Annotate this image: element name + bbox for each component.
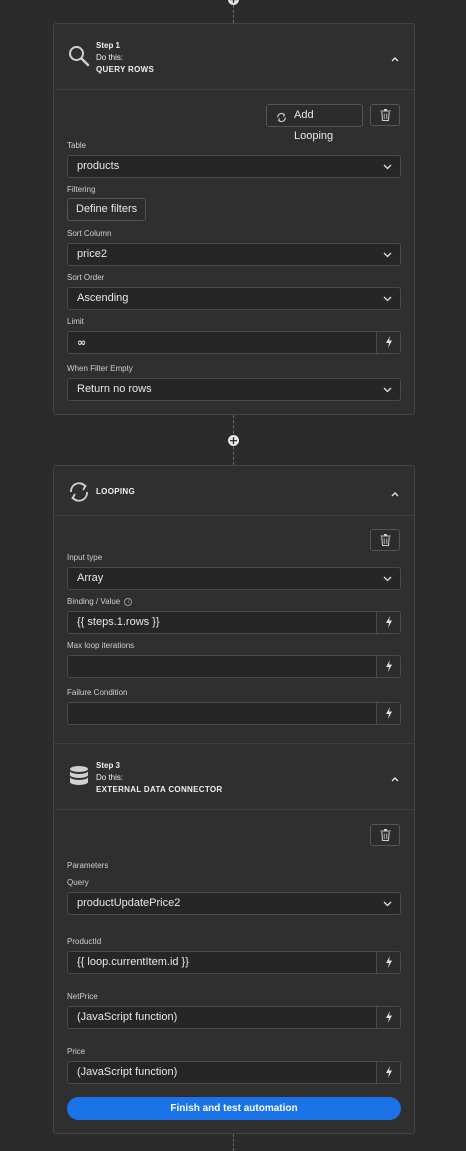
- step1-do-this: Do this:: [96, 53, 124, 62]
- input-type-select[interactable]: Array: [67, 567, 401, 590]
- limit-label: Limit: [67, 317, 84, 326]
- add-step-middle-icon[interactable]: +: [228, 435, 239, 446]
- binding-label-text: Binding / Value: [67, 597, 121, 606]
- query-select[interactable]: productUpdatePrice2: [67, 892, 401, 915]
- when-filter-empty-value: Return no rows: [77, 383, 152, 395]
- binding-value: {{ steps.1.rows }}: [77, 616, 160, 628]
- price-label: Price: [67, 1047, 86, 1056]
- step1-header[interactable]: Step 1 Do this: QUERY ROWS: [54, 24, 414, 90]
- table-label: Table: [67, 141, 87, 150]
- lightning-icon: [385, 707, 392, 719]
- step3-header-text: Step 3 Do this: EXTERNAL DATA CONNECTOR: [96, 760, 222, 796]
- chevron-down-icon: [383, 296, 392, 302]
- step3-delete-button[interactable]: [370, 824, 400, 846]
- chevron-up-icon[interactable]: [390, 486, 400, 497]
- failure-condition-input[interactable]: [67, 702, 401, 725]
- looping-header-text: LOOPING: [96, 486, 135, 498]
- parameters-label: Parameters: [67, 861, 109, 870]
- lightning-icon: [385, 660, 392, 672]
- sort-order-value: Ascending: [77, 292, 129, 304]
- looping-header[interactable]: LOOPING: [54, 466, 414, 516]
- filtering-label: Filtering: [67, 185, 96, 194]
- bindings-button[interactable]: [376, 612, 400, 633]
- chevron-down-icon: [383, 252, 392, 258]
- loop-icon: [67, 480, 91, 504]
- connector-line-bottom: [233, 1134, 234, 1151]
- sort-order-select[interactable]: Ascending: [67, 287, 401, 310]
- sort-column-select[interactable]: price2: [67, 243, 401, 266]
- add-looping-label: Add Looping: [294, 109, 334, 142]
- max-iterations-input[interactable]: [67, 655, 401, 678]
- limit-input[interactable]: ∞: [67, 331, 401, 354]
- loop-icon: [276, 110, 287, 131]
- lightning-icon: [385, 616, 392, 628]
- product-id-value: {{ loop.currentItem.id }}: [77, 956, 189, 968]
- input-type-value: Array: [77, 572, 104, 584]
- net-price-value: (JavaScript function): [77, 1011, 178, 1023]
- chevron-down-icon: [383, 387, 392, 393]
- bindings-button[interactable]: [376, 332, 400, 353]
- database-icon: [67, 764, 91, 788]
- chevron-up-icon[interactable]: [390, 771, 400, 782]
- when-filter-empty-label: When Filter Empty: [67, 364, 133, 373]
- when-filter-empty-select[interactable]: Return no rows: [67, 378, 401, 401]
- trash-icon: [380, 534, 390, 546]
- table-value: products: [77, 160, 120, 172]
- product-id-label: ProductId: [67, 937, 102, 946]
- define-filters-button[interactable]: Define filters: [67, 198, 147, 221]
- bindings-button[interactable]: [376, 656, 400, 677]
- lightning-icon: [385, 956, 392, 968]
- step1-name: QUERY ROWS: [96, 65, 155, 74]
- query-label: Query: [67, 878, 89, 887]
- binding-input[interactable]: {{ steps.1.rows }}: [67, 611, 401, 634]
- chevron-down-icon: [383, 576, 392, 582]
- net-price-input[interactable]: (JavaScript function): [67, 1006, 401, 1029]
- add-step-top-icon[interactable]: +: [228, 0, 239, 5]
- input-type-label: Input type: [67, 553, 103, 562]
- step1-delete-button[interactable]: [370, 104, 400, 126]
- chevron-down-icon: [383, 901, 392, 907]
- sort-column-value: price2: [77, 248, 107, 260]
- step1-step-label: Step 1: [96, 41, 121, 50]
- define-filters-label: Define filters: [76, 203, 138, 215]
- step1-header-text: Step 1 Do this: QUERY ROWS: [96, 40, 154, 76]
- looping-body: Input type Array Binding / Value i {{ ste…: [54, 516, 414, 744]
- bindings-button[interactable]: [376, 703, 400, 724]
- price-value: (JavaScript function): [77, 1066, 178, 1078]
- finish-and-test-button[interactable]: Finish and test automation: [67, 1097, 401, 1120]
- trash-icon: [380, 829, 390, 841]
- product-id-input[interactable]: {{ loop.currentItem.id }}: [67, 951, 401, 974]
- max-iterations-label: Max loop iterations: [67, 641, 135, 650]
- trash-icon: [380, 109, 390, 121]
- net-price-label: NetPrice: [67, 992, 98, 1001]
- looping-delete-button[interactable]: [370, 529, 400, 551]
- search-icon: [67, 44, 91, 68]
- looping-card: LOOPING Input type Array Binding / Value…: [53, 465, 415, 1134]
- lightning-icon: [385, 1066, 392, 1078]
- add-looping-button[interactable]: Add Looping: [266, 104, 363, 142]
- lightning-icon: [385, 1011, 392, 1023]
- bindings-button[interactable]: [376, 1062, 400, 1083]
- looping-name: LOOPING: [96, 487, 135, 496]
- step3-header[interactable]: Step 3 Do this: EXTERNAL DATA CONNECTOR: [54, 744, 414, 810]
- step3-do-this: Do this:: [96, 773, 124, 782]
- sort-column-label: Sort Column: [67, 229, 112, 238]
- step3-name: EXTERNAL DATA CONNECTOR: [96, 785, 223, 794]
- step3-step-label: Step 3: [96, 761, 121, 770]
- price-input[interactable]: (JavaScript function): [67, 1061, 401, 1084]
- chevron-up-icon[interactable]: [390, 51, 400, 62]
- bindings-button[interactable]: [376, 1007, 400, 1028]
- failure-condition-label: Failure Condition: [67, 688, 128, 697]
- info-icon[interactable]: i: [124, 597, 133, 606]
- table-select[interactable]: products: [67, 155, 401, 178]
- chevron-down-icon: [383, 164, 392, 170]
- step1-card: Step 1 Do this: QUERY ROWS Add Looping T…: [53, 23, 415, 415]
- limit-value: ∞: [77, 336, 87, 349]
- lightning-icon: [385, 336, 392, 348]
- binding-label: Binding / Value i: [67, 597, 133, 606]
- sort-order-label: Sort Order: [67, 273, 105, 282]
- query-value: productUpdatePrice2: [77, 897, 181, 909]
- bindings-button[interactable]: [376, 952, 400, 973]
